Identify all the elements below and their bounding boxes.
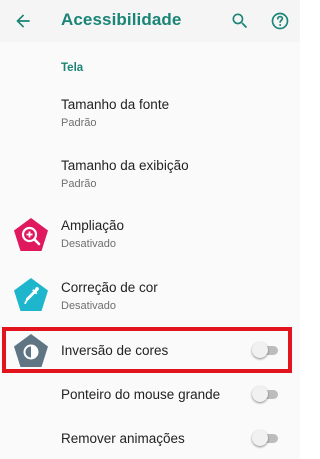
toggle-thumb [252, 430, 268, 446]
list-item-magnification[interactable]: Ampliação Desativado [0, 207, 300, 261]
list-item-font-size[interactable]: Tamanho da fonte Padrão [0, 86, 300, 136]
item-title: Correção de cor [61, 280, 158, 295]
page-title: Acessibilidade [61, 10, 182, 29]
item-subtitle: Desativado [61, 238, 117, 250]
list-item-display-size[interactable]: Tamanho da exibição Padrão [0, 146, 300, 196]
item-title: Ampliação [61, 218, 125, 233]
item-title: Ponteiro do mouse grande [61, 387, 221, 402]
accessibility-screen: Acessibilidade Tela Tamanho da fonte Pad… [0, 0, 300, 459]
toggle-thumb [252, 386, 268, 402]
help-icon[interactable] [268, 9, 292, 33]
list-item-remove-animations[interactable]: Remover animações [0, 424, 300, 459]
item-subtitle: Padrão [61, 117, 97, 129]
eyedropper-icon [13, 277, 49, 313]
arrow-back-icon[interactable] [11, 9, 35, 33]
item-title: Tamanho da fonte [61, 97, 170, 112]
section-header-tela: Tela [61, 62, 84, 74]
item-title: Remover animações [61, 431, 185, 446]
remove-animations-toggle[interactable] [252, 430, 278, 446]
toolbar: Acessibilidade [0, 0, 300, 42]
highlight-box [2, 327, 292, 373]
list-item-color-correction[interactable]: Correção de cor Desativado [0, 268, 300, 322]
item-subtitle: Desativado [61, 300, 117, 312]
large-mouse-pointer-toggle[interactable] [252, 386, 278, 402]
search-icon[interactable] [228, 9, 252, 33]
item-subtitle: Padrão [61, 178, 97, 190]
magnification-icon [13, 217, 49, 253]
list-item-large-mouse-pointer[interactable]: Ponteiro do mouse grande [0, 380, 300, 414]
item-title: Tamanho da exibição [61, 158, 189, 173]
